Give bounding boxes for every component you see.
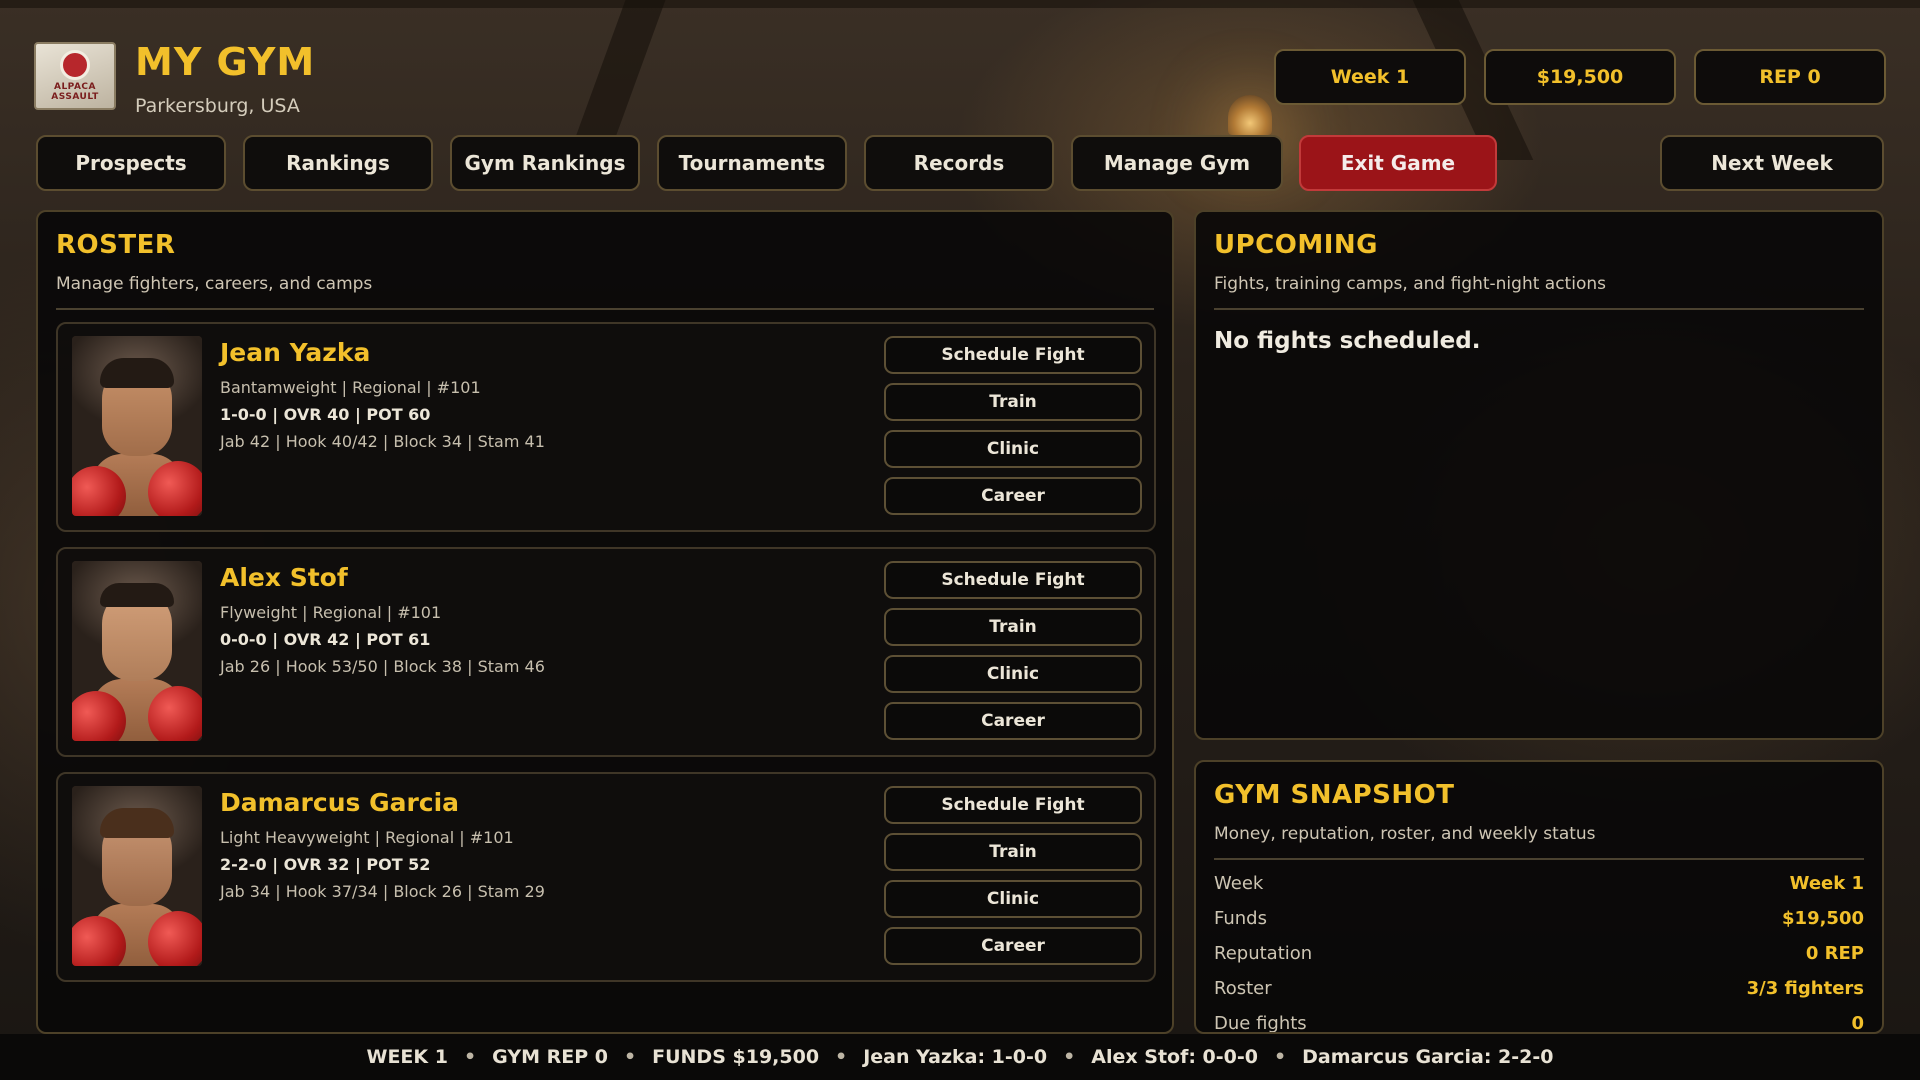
- status-fighter-record: Damarcus Garcia: 2-2-0: [1302, 1046, 1554, 1068]
- fighter-portrait: [72, 336, 202, 516]
- career-button[interactable]: Career: [884, 477, 1142, 515]
- no-fights-message: No fights scheduled.: [1214, 328, 1481, 354]
- rankings-button[interactable]: Rankings: [243, 135, 433, 191]
- logo-text: ALPACA ASSAULT: [51, 82, 99, 102]
- fighter-info: Flyweight | Regional | #101: [220, 603, 442, 622]
- fighter-portrait: [72, 561, 202, 741]
- manage-gym-button[interactable]: Manage Gym: [1071, 135, 1283, 191]
- records-button[interactable]: Records: [864, 135, 1054, 191]
- snapshot-subtitle: Money, reputation, roster, and weekly st…: [1214, 824, 1596, 844]
- career-button[interactable]: Career: [884, 927, 1142, 965]
- clinic-button[interactable]: Clinic: [884, 880, 1142, 918]
- fighter-skills: Jab 34 | Hook 37/34 | Block 26 | Stam 29: [220, 882, 545, 901]
- snapshot-key: Week: [1214, 872, 1264, 894]
- snapshot-title: GYM SNAPSHOT: [1214, 780, 1455, 810]
- snapshot-key: Roster: [1214, 977, 1272, 999]
- snapshot-key: Reputation: [1214, 942, 1313, 964]
- fighter-record: 2-2-0 | OVR 32 | POT 52: [220, 855, 431, 874]
- snapshot-value: Week 1: [1789, 872, 1864, 894]
- tournaments-button[interactable]: Tournaments: [657, 135, 847, 191]
- status-gym-rep: GYM REP 0: [492, 1046, 608, 1068]
- separator-dot: •: [1274, 1046, 1287, 1068]
- career-button[interactable]: Career: [884, 702, 1142, 740]
- separator-dot: •: [463, 1046, 477, 1068]
- fighter-skills: Jab 26 | Hook 53/50 | Block 38 | Stam 46: [220, 657, 545, 676]
- gym-snapshot-panel: GYM SNAPSHOT Money, reputation, roster, …: [1194, 760, 1884, 1034]
- status-fighter-record: Alex Stof: 0-0-0: [1091, 1046, 1258, 1068]
- separator-dot: •: [623, 1046, 637, 1068]
- status-fighter-record: Jean Yazka: 1-0-0: [863, 1046, 1048, 1068]
- upcoming-title: UPCOMING: [1214, 230, 1378, 260]
- page-title: MY GYM: [135, 40, 316, 84]
- roster-title: ROSTER: [56, 230, 176, 260]
- gym-logo: ALPACA ASSAULT: [34, 42, 116, 110]
- upcoming-panel: UPCOMING Fights, training camps, and fig…: [1194, 210, 1884, 740]
- snapshot-row-funds: Funds $19,500: [1214, 903, 1864, 933]
- snapshot-key: Due fights: [1214, 1012, 1307, 1034]
- fighter-record: 1-0-0 | OVR 40 | POT 60: [220, 405, 431, 424]
- boxing-glove-icon: [148, 911, 202, 966]
- upcoming-subtitle: Fights, training camps, and fight-night …: [1214, 274, 1606, 294]
- snapshot-value: 0 REP: [1805, 942, 1864, 964]
- snapshot-row-roster: Roster 3/3 fighters: [1214, 973, 1864, 1003]
- snapshot-key: Funds: [1214, 907, 1267, 929]
- separator-dot: •: [1063, 1046, 1076, 1068]
- schedule-fight-button[interactable]: Schedule Fight: [884, 561, 1142, 599]
- gym-rankings-button[interactable]: Gym Rankings: [450, 135, 640, 191]
- fighter-info: Bantamweight | Regional | #101: [220, 378, 481, 397]
- boxing-glove-icon: [148, 686, 202, 741]
- snapshot-row-reputation: Reputation 0 REP: [1214, 938, 1864, 968]
- snapshot-value: 0: [1851, 1012, 1864, 1034]
- status-bar: WEEK 1 • GYM REP 0 • FUNDS $19,500 • Jea…: [0, 1034, 1920, 1080]
- alpaca-logo-icon: [60, 50, 90, 80]
- divider: [1214, 858, 1864, 860]
- status-week: WEEK 1: [366, 1046, 448, 1068]
- roster-subtitle: Manage fighters, careers, and camps: [56, 274, 373, 294]
- status-funds: FUNDS $19,500: [652, 1046, 820, 1068]
- schedule-fight-button[interactable]: Schedule Fight: [884, 336, 1142, 374]
- fighter-name[interactable]: Alex Stof: [220, 563, 348, 592]
- divider: [56, 308, 1154, 310]
- week-badge: Week 1: [1274, 49, 1466, 105]
- train-button[interactable]: Train: [884, 608, 1142, 646]
- clinic-button[interactable]: Clinic: [884, 655, 1142, 693]
- fighter-skills: Jab 42 | Hook 40/42 | Block 34 | Stam 41: [220, 432, 545, 451]
- fighter-info: Light Heavyweight | Regional | #101: [220, 828, 514, 847]
- fighter-portrait: [72, 786, 202, 966]
- fighter-record: 0-0-0 | OVR 42 | POT 61: [220, 630, 431, 649]
- snapshot-row-due-fights: Due fights 0: [1214, 1008, 1864, 1034]
- fighter-name[interactable]: Damarcus Garcia: [220, 788, 459, 817]
- schedule-fight-button[interactable]: Schedule Fight: [884, 786, 1142, 824]
- clinic-button[interactable]: Clinic: [884, 430, 1142, 468]
- fighter-card: Alex Stof Flyweight | Regional | #101 0-…: [56, 547, 1156, 757]
- train-button[interactable]: Train: [884, 833, 1142, 871]
- snapshot-value: $19,500: [1782, 907, 1864, 929]
- funds-badge: $19,500: [1484, 49, 1676, 105]
- exit-game-button[interactable]: Exit Game: [1299, 135, 1497, 191]
- reputation-badge: REP 0: [1694, 49, 1886, 105]
- train-button[interactable]: Train: [884, 383, 1142, 421]
- snapshot-row-week: Week Week 1: [1214, 868, 1864, 898]
- next-week-button[interactable]: Next Week: [1660, 135, 1884, 191]
- gym-location: Parkersburg, USA: [135, 95, 300, 117]
- fighter-name[interactable]: Jean Yazka: [220, 338, 370, 367]
- snapshot-value: 3/3 fighters: [1746, 977, 1864, 999]
- fighter-card: Jean Yazka Bantamweight | Regional | #10…: [56, 322, 1156, 532]
- divider: [1214, 308, 1864, 310]
- separator-dot: •: [835, 1046, 848, 1068]
- roster-panel: ROSTER Manage fighters, careers, and cam…: [36, 210, 1174, 1034]
- boxing-glove-icon: [148, 461, 202, 516]
- fighter-card: Damarcus Garcia Light Heavyweight | Regi…: [56, 772, 1156, 982]
- prospects-button[interactable]: Prospects: [36, 135, 226, 191]
